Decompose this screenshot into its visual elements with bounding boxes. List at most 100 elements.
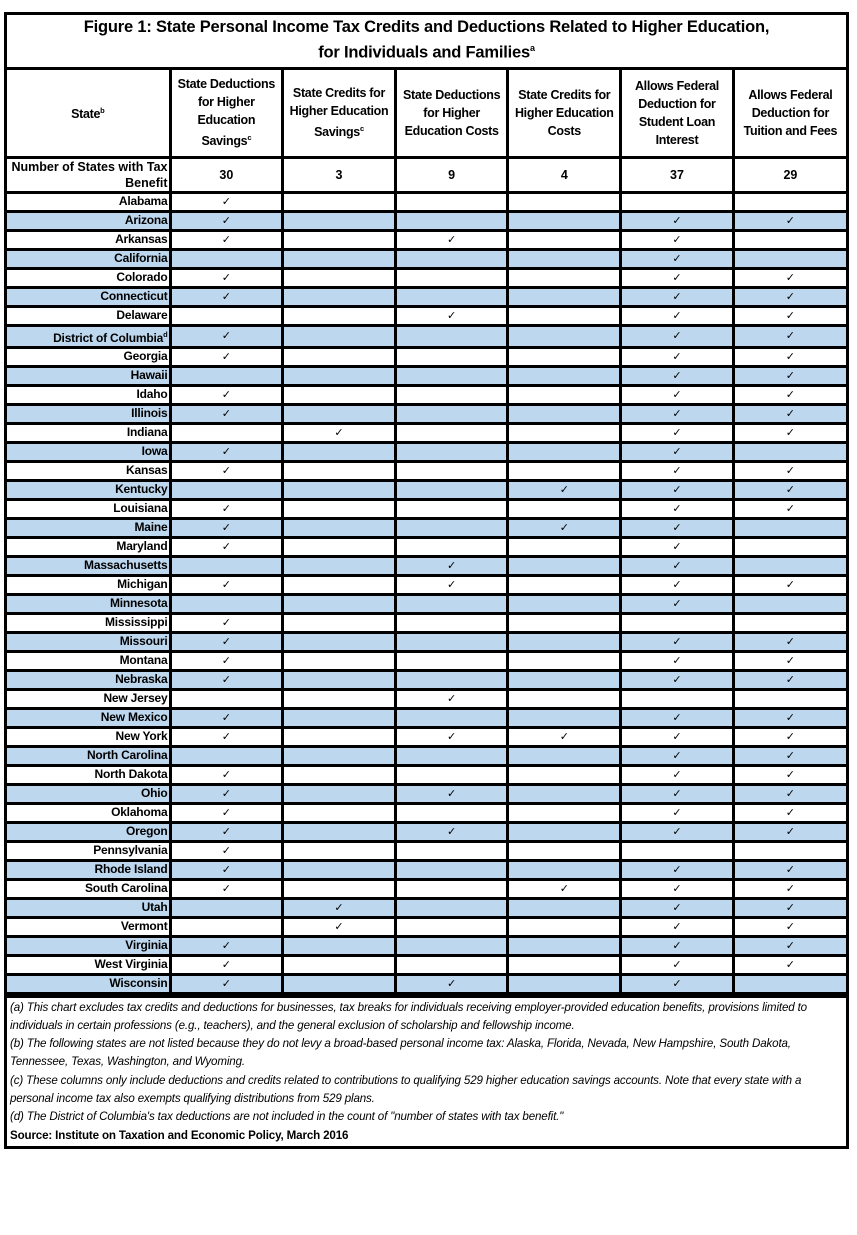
checkmark-icon: ✓: [785, 369, 795, 382]
checkmark-icon: ✓: [221, 787, 231, 800]
checkmark-icon: ✓: [334, 920, 344, 933]
table-row: Minnesota ✓: [7, 592, 846, 615]
benefit-cell: [506, 364, 623, 387]
benefit-cell: [731, 190, 846, 213]
count-value: 37: [619, 155, 735, 194]
state-label: Iowa: [141, 444, 168, 458]
state-label: Rhode Island: [94, 862, 168, 876]
benefit-cell: [168, 421, 285, 444]
benefit-cell: [506, 744, 623, 767]
checkmark-icon: ✓: [785, 806, 795, 819]
benefit-cell: ✓: [731, 877, 846, 900]
table-row: Oregon ✓ ✓ ✓ ✓: [7, 820, 846, 843]
benefit-cell: [506, 687, 623, 710]
benefit-cell: [731, 516, 846, 539]
figure-frame: Figure 1: State Personal Income Tax Cred…: [4, 12, 849, 1149]
checkmark-icon: ✓: [672, 233, 682, 246]
header-label: State Credits for Higher Education Costs: [514, 87, 614, 138]
benefit-cell: [393, 516, 510, 539]
state-name: Mississippi: [7, 611, 172, 634]
footnote-marker: d: [163, 329, 168, 339]
table-row: Montana ✓ ✓ ✓: [7, 649, 846, 672]
checkmark-icon: ✓: [785, 654, 795, 667]
header-label: Allows Federal Deduction for Tuition and…: [743, 87, 838, 138]
table-row: Pennsylvania ✓: [7, 839, 846, 862]
benefit-cell: [393, 323, 510, 349]
benefit-cell: ✓: [168, 266, 285, 289]
benefit-cell: ✓: [619, 383, 735, 406]
header-col-5: Allows Federal Deduction for Student Loa…: [619, 69, 735, 159]
state-name: North Carolina: [7, 744, 172, 767]
state-name: Hawaii: [7, 364, 172, 387]
checkmark-icon: ✓: [672, 749, 682, 762]
benefit-cell: [506, 440, 623, 463]
benefit-cell: ✓: [168, 285, 285, 308]
benefit-cell: ✓: [619, 516, 735, 539]
benefit-cell: ✓: [168, 820, 285, 843]
checkmark-icon: ✓: [672, 502, 682, 515]
benefit-cell: [168, 247, 285, 270]
benefit-cell: [281, 228, 397, 251]
table-row: Georgia ✓ ✓ ✓: [7, 345, 846, 368]
table-row: North Dakota ✓ ✓ ✓: [7, 763, 846, 786]
state-label: Oklahoma: [111, 805, 168, 819]
benefit-cell: ✓: [393, 228, 510, 251]
state-name: District of Columbiad: [7, 323, 172, 349]
benefit-cell: [506, 266, 623, 289]
benefit-cell: [506, 459, 623, 482]
checkmark-icon: ✓: [785, 863, 795, 876]
checkmark-icon: ✓: [221, 863, 231, 876]
benefit-cell: [731, 535, 846, 558]
benefit-cell: [281, 649, 397, 672]
benefit-cell: ✓: [619, 323, 735, 349]
benefit-cell: [506, 820, 623, 843]
benefit-cell: [281, 554, 397, 577]
benefit-cell: ✓: [731, 725, 846, 748]
benefit-cell: ✓: [731, 345, 846, 368]
state-name: Iowa: [7, 440, 172, 463]
checkmark-icon: ✓: [785, 483, 795, 496]
benefit-cell: [393, 364, 510, 387]
table-row: Missouri ✓ ✓ ✓: [7, 630, 846, 653]
benefit-cell: [731, 972, 846, 995]
benefit-cell: ✓: [731, 421, 846, 444]
benefit-cell: ✓: [393, 573, 510, 596]
benefit-cell: [281, 706, 397, 729]
benefit-cell: ✓: [731, 402, 846, 425]
title-line-1: Figure 1: State Personal Income Tax Cred…: [83, 18, 770, 36]
benefit-cell: ✓: [619, 228, 735, 251]
state-label: Missouri: [119, 634, 168, 648]
state-label: Arizona: [124, 213, 168, 227]
benefit-cell: ✓: [731, 896, 846, 919]
header-label: State: [71, 107, 101, 122]
benefit-cell: ✓: [168, 972, 285, 995]
table-row: Utah ✓ ✓ ✓: [7, 896, 846, 919]
benefit-cell: [281, 630, 397, 653]
benefit-cell: [393, 839, 510, 862]
benefit-cell: [168, 687, 285, 710]
benefit-cell: ✓: [168, 383, 285, 406]
benefit-cell: [731, 687, 846, 710]
checkmark-icon: ✓: [221, 578, 231, 591]
benefit-cell: ✓: [619, 573, 735, 596]
benefit-cell: ✓: [619, 478, 735, 501]
benefit-cell: ✓: [168, 345, 285, 368]
benefit-cell: ✓: [393, 687, 510, 710]
table-row: District of Columbiad ✓ ✓ ✓: [7, 323, 846, 349]
benefit-cell: ✓: [281, 915, 397, 938]
state-label: New York: [115, 729, 168, 743]
benefit-cell: ✓: [731, 820, 846, 843]
checkmark-icon: ✓: [785, 502, 795, 515]
benefit-cell: [393, 190, 510, 213]
state-label: Oregon: [126, 824, 168, 838]
table-row: New Jersey ✓: [7, 687, 846, 710]
state-label: Vermont: [120, 919, 168, 933]
benefit-cell: [393, 247, 510, 270]
state-label: Montana: [119, 653, 168, 667]
benefit-cell: [393, 706, 510, 729]
checkmark-icon: ✓: [785, 920, 795, 933]
benefit-cell: ✓: [731, 801, 846, 824]
benefit-cell: [168, 915, 285, 938]
benefit-cell: [168, 554, 285, 577]
state-name: Virginia: [7, 934, 172, 957]
